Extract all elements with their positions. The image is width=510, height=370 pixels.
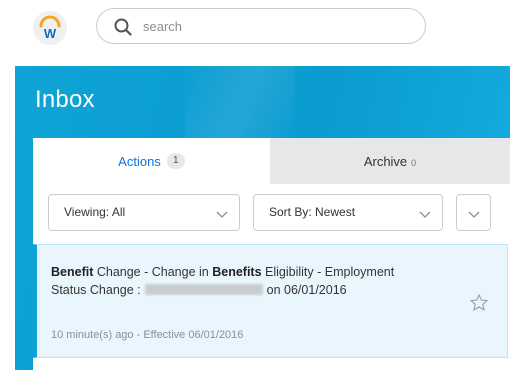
tab-actions-label: Actions bbox=[118, 153, 161, 169]
viewing-filter-label: Viewing: All bbox=[64, 205, 126, 219]
sort-select[interactable]: Sort By: Newest bbox=[253, 194, 443, 231]
sort-label: Sort By: Newest bbox=[269, 205, 356, 219]
tab-archive[interactable]: Archive 0 bbox=[270, 138, 510, 184]
inbox-item[interactable]: Benefit Change - Change in Benefits Elig… bbox=[33, 244, 508, 358]
title-bold-benefit: Benefit bbox=[51, 265, 94, 279]
viewing-filter-select[interactable]: Viewing: All bbox=[48, 194, 240, 231]
search-box[interactable] bbox=[96, 8, 426, 44]
search-icon[interactable] bbox=[113, 17, 133, 37]
tab-actions[interactable]: Actions 1 bbox=[33, 138, 270, 184]
inbox-item-title[interactable]: Benefit Change - Change in Benefits Elig… bbox=[51, 263, 431, 299]
banner-decoration bbox=[185, 66, 295, 146]
chevron-down-icon bbox=[468, 211, 480, 218]
svg-text:W: W bbox=[44, 26, 57, 41]
chevron-down-icon bbox=[216, 211, 228, 218]
tab-archive-label: Archive bbox=[363, 153, 408, 169]
workday-logo-icon: W bbox=[39, 15, 61, 41]
page-title: Inbox bbox=[35, 86, 95, 113]
search-input[interactable] bbox=[143, 16, 403, 36]
workday-logo[interactable]: W bbox=[33, 11, 67, 45]
inbox-panel: Actions 1 Archive 0 Viewing: All Sort By… bbox=[33, 138, 510, 370]
title-bold-benefits: Benefits bbox=[212, 265, 262, 279]
redacted-employee-name bbox=[144, 284, 263, 296]
top-bar: W bbox=[0, 0, 510, 62]
expand-options-button[interactable] bbox=[456, 194, 491, 231]
star-outline-icon[interactable] bbox=[469, 293, 489, 313]
title-text: Change - Change in bbox=[93, 265, 213, 279]
inbox-item-meta: 10 minute(s) ago - Effective 06/01/2016 bbox=[51, 329, 244, 341]
tab-actions-count-badge: 1 bbox=[166, 153, 185, 169]
tab-archive-count: 0 bbox=[411, 157, 417, 168]
title-text-date: on 06/01/2016 bbox=[266, 283, 347, 297]
chevron-down-icon bbox=[419, 211, 431, 218]
